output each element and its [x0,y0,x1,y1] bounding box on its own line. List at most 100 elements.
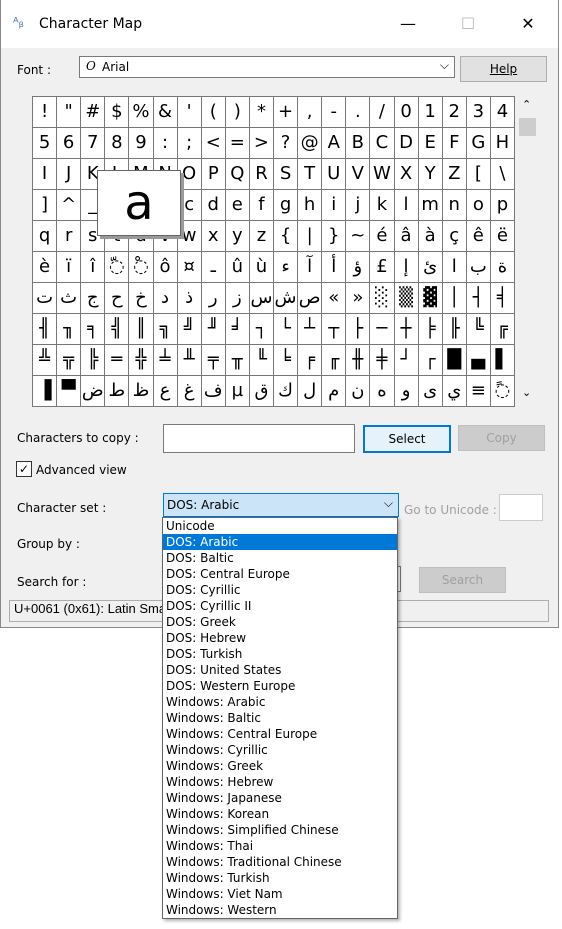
character-cell[interactable]: س [249,283,274,314]
character-cell[interactable]: T [298,159,323,190]
character-cell[interactable]: ┴ [298,314,323,345]
character-cell[interactable]: ╙ [249,345,274,376]
character-cell[interactable]: - [322,97,347,128]
character-cell[interactable]: ç [442,221,467,252]
character-cell[interactable]: ╕ [81,314,106,345]
character-cell[interactable]: m [418,190,443,221]
character-cell[interactable]: ز [225,283,250,314]
character-cell[interactable]: ◌ْ [129,252,154,283]
character-cell[interactable]: ▐ [33,376,58,407]
dropdown-option[interactable]: DOS: Central Europe [163,566,397,582]
character-cell[interactable]: غ [177,376,202,407]
character-cell[interactable]: د [153,283,178,314]
character-cell[interactable]: ô [153,252,178,283]
character-cell[interactable]: ─ [370,314,395,345]
character-cell[interactable]: Z [442,159,467,190]
character-cell[interactable]: ╗ [153,314,178,345]
character-cell[interactable]: D [394,128,419,159]
character-cell[interactable]: x [201,221,226,252]
dropdown-option[interactable]: DOS: Cyrillic [163,582,397,598]
advanced-view-checkbox[interactable]: ✓ [16,461,32,477]
dropdown-option[interactable]: Windows: Greek [163,758,397,774]
character-cell[interactable]: 5 [33,128,58,159]
character-cell[interactable]: ╚ [466,314,491,345]
character-cell[interactable]: ╡ [490,283,515,314]
character-cell[interactable]: │ [442,283,467,314]
character-cell[interactable]: [ [466,159,491,190]
character-cell[interactable]: ╪ [370,345,395,376]
dropdown-option[interactable]: Windows: Traditional Chinese [163,854,397,870]
character-cell[interactable]: @ [298,128,323,159]
character-cell[interactable]: ت [33,283,58,314]
character-cell[interactable]: ┌ [418,345,443,376]
character-cell[interactable]: \ [490,159,515,190]
character-cell[interactable]: 2 [442,97,467,128]
character-cell[interactable]: W [370,159,395,190]
character-cell[interactable]: ن [346,376,371,407]
dropdown-option[interactable]: DOS: Baltic [163,550,397,566]
character-cell[interactable]: ء [274,252,299,283]
character-cell[interactable]: آ [298,252,323,283]
character-cell[interactable]: n [442,190,467,221]
character-cell[interactable]: ╫ [346,345,371,376]
character-cell[interactable]: ( [201,97,226,128]
character-cell[interactable]: ╔ [490,314,515,345]
character-cell[interactable]: ▓ [418,283,443,314]
character-cell[interactable]: e [225,190,250,221]
character-cell[interactable]: % [129,97,154,128]
character-cell[interactable]: 8 [105,128,130,159]
character-cell[interactable]: 9 [129,128,154,159]
character-cell[interactable]: F [442,128,467,159]
character-cell[interactable]: . [346,97,371,128]
character-cell[interactable]: £ [370,252,395,283]
dropdown-option[interactable]: Windows: Arabic [163,694,397,710]
character-cell[interactable]: # [81,97,106,128]
character-cell[interactable]: ╬ [129,345,154,376]
character-cell[interactable]: ~ [346,221,371,252]
character-cell[interactable]: ا [442,252,467,283]
character-cell[interactable]: ج [81,283,106,314]
dropdown-option[interactable]: DOS: United States [163,662,397,678]
character-cell[interactable]: > [249,128,274,159]
character-cell[interactable]: à [418,221,443,252]
character-cell[interactable]: ^ [57,190,82,221]
character-cell[interactable]: 3 [466,97,491,128]
character-set-dropdown-list[interactable]: Unicode DOS: Arabic DOS: Baltic DOS: Centra… [162,517,398,919]
character-cell[interactable]: z [249,221,274,252]
character-cell[interactable]: ' [177,97,202,128]
character-cell[interactable]: ي [442,376,467,407]
character-cell[interactable]: ê [466,221,491,252]
select-button[interactable]: Select [363,425,451,453]
character-cell[interactable]: U [322,159,347,190]
character-cell[interactable]: p [490,190,515,221]
character-cell[interactable]: é [370,221,395,252]
character-cell[interactable]: < [201,128,226,159]
character-cell[interactable]: ╣ [105,314,130,345]
character-cell[interactable]: ╨ [177,345,202,376]
character-cell[interactable]: ح [105,283,130,314]
character-cell[interactable]: c [177,190,202,221]
dropdown-option[interactable]: DOS: Arabic [163,534,397,550]
character-cell[interactable]: { [274,221,299,252]
dropdown-option[interactable]: Windows: Central Europe [163,726,397,742]
character-cell[interactable]: ║ [129,314,154,345]
character-cell[interactable]: ╓ [322,345,347,376]
character-cell[interactable]: i [322,190,347,221]
character-cell[interactable]: ╢ [33,314,58,345]
dropdown-option[interactable]: DOS: Western Europe [163,678,397,694]
character-cell[interactable]: } [322,221,347,252]
character-cell[interactable]: ▌ [490,345,515,376]
character-cell[interactable]: k [370,190,395,221]
character-cell[interactable]: ف [201,376,226,407]
character-cell[interactable]: » [346,283,371,314]
character-cell[interactable]: * [249,97,274,128]
character-cell[interactable]: ع [153,376,178,407]
character-cell[interactable]: ? [274,128,299,159]
character-cell[interactable]: ╩ [33,345,58,376]
character-cell[interactable]: d [201,190,226,221]
characters-to-copy-input[interactable] [163,424,355,453]
dropdown-option[interactable]: Windows: Western [163,902,397,918]
character-cell[interactable]: " [57,97,82,128]
character-cell[interactable]: A [322,128,347,159]
character-cell[interactable]: ذ [177,283,202,314]
